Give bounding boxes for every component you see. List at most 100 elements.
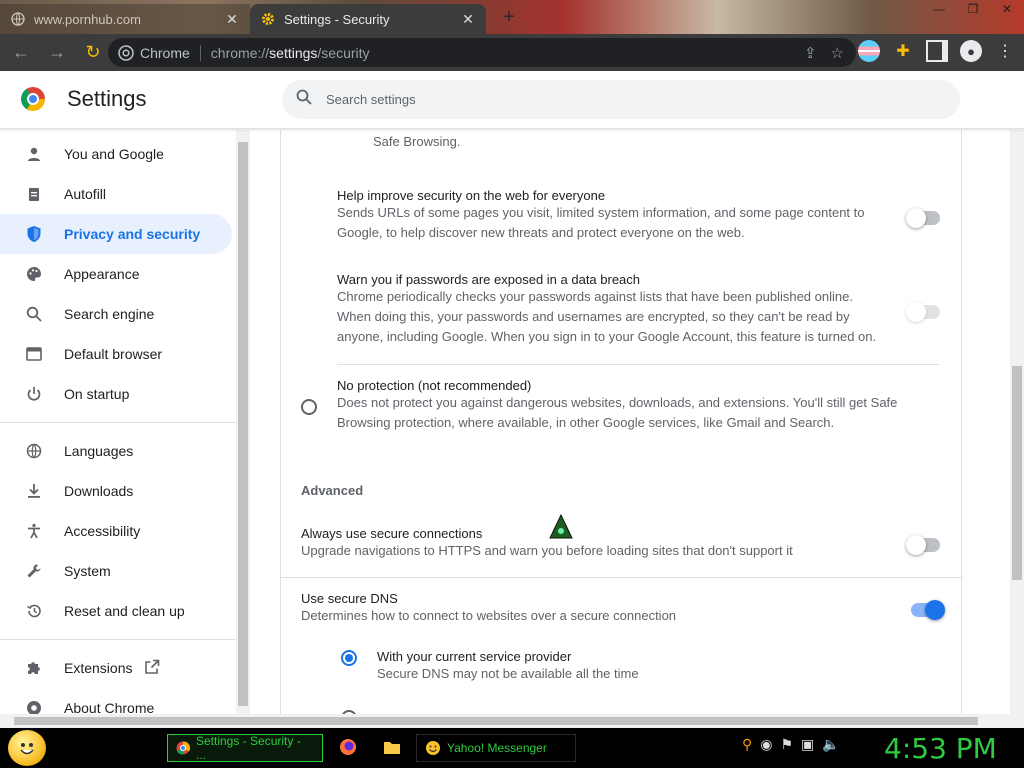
sidebar-item-label: Appearance (64, 266, 140, 282)
divider (199, 44, 201, 61)
page-scrollbar[interactable] (1010, 130, 1024, 714)
sidebar-item-downloads[interactable]: Downloads (0, 471, 232, 511)
divider (281, 577, 963, 578)
start-button[interactable] (8, 730, 46, 766)
taskbar: Settings - Security - ... Yahoo! Messeng… (0, 728, 1024, 768)
scrollbar-thumb[interactable] (238, 142, 248, 706)
close-icon[interactable]: ✕ (224, 11, 240, 27)
main-content: Safe Browsing. Help improve security on … (250, 130, 1010, 714)
tab-title: Settings - Security (284, 11, 390, 27)
side-panel-icon[interactable] (926, 40, 948, 62)
search-icon (24, 306, 44, 322)
power-icon (24, 386, 44, 402)
firefox-icon[interactable] (338, 736, 358, 758)
notification-icon[interactable]: ⚑ (780, 736, 793, 753)
help-improve-toggle[interactable] (906, 208, 940, 228)
menu-icon[interactable]: ⋮ (994, 40, 1016, 62)
sidebar-item-privacy-and-security[interactable]: Privacy and security (0, 214, 232, 254)
tab-title: www.pornhub.com (34, 11, 141, 27)
taskbar-chrome-button[interactable]: Settings - Security - ... (167, 734, 323, 762)
wrench-icon (24, 563, 44, 579)
sidebar-item-label: Reset and clean up (64, 603, 185, 619)
browser-icon (24, 347, 44, 361)
share-icon[interactable]: ⇪ (804, 44, 817, 62)
sidebar-item-appearance[interactable]: Appearance (0, 254, 232, 294)
avatar[interactable]: ● (960, 40, 982, 62)
page-title: Settings (67, 86, 147, 111)
password-breach-toggle[interactable] (906, 302, 940, 322)
sidebar-item-default-browser[interactable]: Default browser (0, 334, 232, 374)
sidebar-item-label: Default browser (64, 346, 163, 362)
search-input[interactable] (326, 92, 926, 107)
sidebar-item-languages[interactable]: Languages (0, 431, 232, 471)
sidebar-item-about-chrome[interactable]: About Chrome (0, 688, 232, 714)
tab-inactive[interactable]: www.pornhub.com ✕ (0, 4, 250, 34)
sidebar-item-reset-and-clean-up[interactable]: Reset and clean up (0, 591, 232, 631)
secure-connections-toggle[interactable] (906, 535, 940, 555)
maximize-icon[interactable]: ❐ (956, 0, 990, 18)
sidebar-item-label: Extensions (64, 660, 133, 676)
password-breach-desc-3: anyone, including Google. When you sign … (337, 329, 877, 344)
chrome-logo-icon (21, 87, 45, 111)
secure-dns-toggle[interactable] (911, 600, 945, 620)
forward-icon[interactable]: → (42, 38, 72, 68)
help-improve-desc-2: Google, to help discover new threats and… (337, 225, 745, 240)
taskbar-yahoo-button[interactable]: Yahoo! Messenger (416, 734, 576, 762)
profile-flag-icon[interactable] (858, 40, 880, 62)
sidebar-item-you-and-google[interactable]: You and Google (0, 134, 232, 174)
sidebar-item-system[interactable]: System (0, 551, 232, 591)
divider (337, 364, 939, 365)
status-icon[interactable]: ◉ (760, 736, 772, 753)
minimize-icon[interactable]: — (922, 0, 956, 18)
shield-icon (24, 225, 44, 243)
search-icon (296, 89, 314, 110)
truncated-text: Safe Browsing. (373, 134, 461, 149)
star-icon[interactable]: ☆ (831, 44, 844, 62)
current-provider-radio[interactable] (341, 650, 357, 666)
close-icon[interactable]: ✕ (460, 11, 476, 27)
sidebar-item-label: Downloads (64, 483, 134, 499)
sidebar-item-label: On startup (64, 386, 130, 402)
window-controls: — ❐ ✕ (922, 0, 1024, 18)
external-link-icon (144, 659, 160, 678)
yahoo-smiley-icon (426, 741, 440, 755)
advanced-heading: Advanced (301, 483, 364, 498)
help-improve-row: Help improve security on the web for eve… (337, 188, 897, 243)
reload-icon[interactable]: ↻ (78, 38, 108, 68)
site-info[interactable]: Chrome (118, 45, 190, 61)
sidebar-item-on-startup[interactable]: On startup (0, 374, 232, 414)
secure-connections-row: Always use secure connections Upgrade na… (301, 526, 881, 561)
scrollbar-thumb[interactable] (1012, 366, 1022, 580)
sidebar-item-search-engine[interactable]: Search engine (0, 294, 232, 334)
omnibox-actions: ⇪ ☆ (804, 44, 844, 62)
network-icon[interactable]: ▣ (801, 736, 814, 753)
gear-icon (260, 11, 276, 27)
volume-icon[interactable]: 🔈 (822, 736, 839, 753)
sidebar-scrollbar[interactable] (236, 130, 250, 714)
person-icon (24, 146, 44, 162)
close-window-icon[interactable]: ✕ (990, 0, 1024, 18)
password-breach-desc-1: Chrome periodically checks your password… (337, 289, 853, 304)
tab-active[interactable]: Settings - Security ✕ (250, 4, 486, 34)
horizontal-scrollbar[interactable] (0, 714, 1024, 728)
download-icon (24, 483, 44, 499)
settings-header: Settings (0, 71, 1024, 129)
back-icon[interactable]: ← (6, 38, 36, 68)
scrollbar-thumb[interactable] (14, 717, 978, 725)
folder-icon[interactable] (382, 736, 402, 758)
new-tab-button[interactable]: + (498, 6, 520, 28)
address-bar[interactable]: Chrome chrome://settings/security ⇪ ☆ (108, 38, 856, 67)
sidebar-item-extensions[interactable]: Extensions (0, 648, 232, 688)
search-bar[interactable] (282, 80, 960, 119)
secure-connections-title: Always use secure connections (301, 526, 483, 541)
sidebar-item-label: You and Google (64, 146, 164, 162)
search-icon[interactable]: ⚲ (742, 736, 752, 753)
sidebar-item-label: System (64, 563, 111, 579)
no-protection-radio[interactable] (301, 399, 317, 415)
sidebar-item-accessibility[interactable]: Accessibility (0, 511, 232, 551)
puzzle-icon[interactable]: ✚ (892, 40, 914, 62)
sidebar-item-label: About Chrome (64, 700, 155, 714)
browser-toolbar: ← → ↻ Chrome chrome://settings/security … (0, 34, 1024, 71)
no-protection-desc-1: Does not protect you against dangerous w… (337, 395, 898, 410)
sidebar-item-autofill[interactable]: Autofill (0, 174, 232, 214)
